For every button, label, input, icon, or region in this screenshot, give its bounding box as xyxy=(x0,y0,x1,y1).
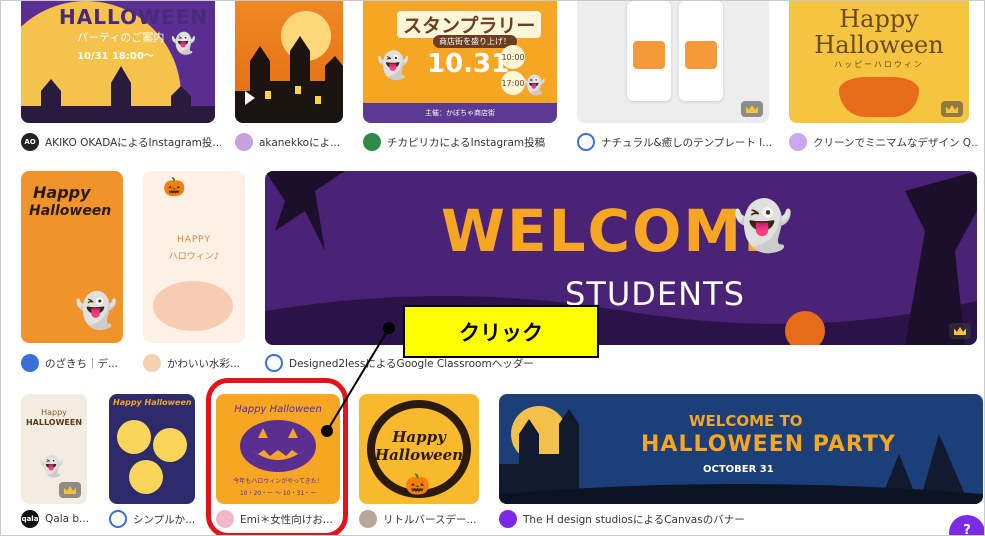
template-grid: HALLOWEEN パーティのご案内 10/31 18:00〜 👻 AO AKI… xyxy=(0,0,985,536)
click-annotation-label: クリック xyxy=(403,305,599,358)
callout-pointer xyxy=(321,322,395,437)
